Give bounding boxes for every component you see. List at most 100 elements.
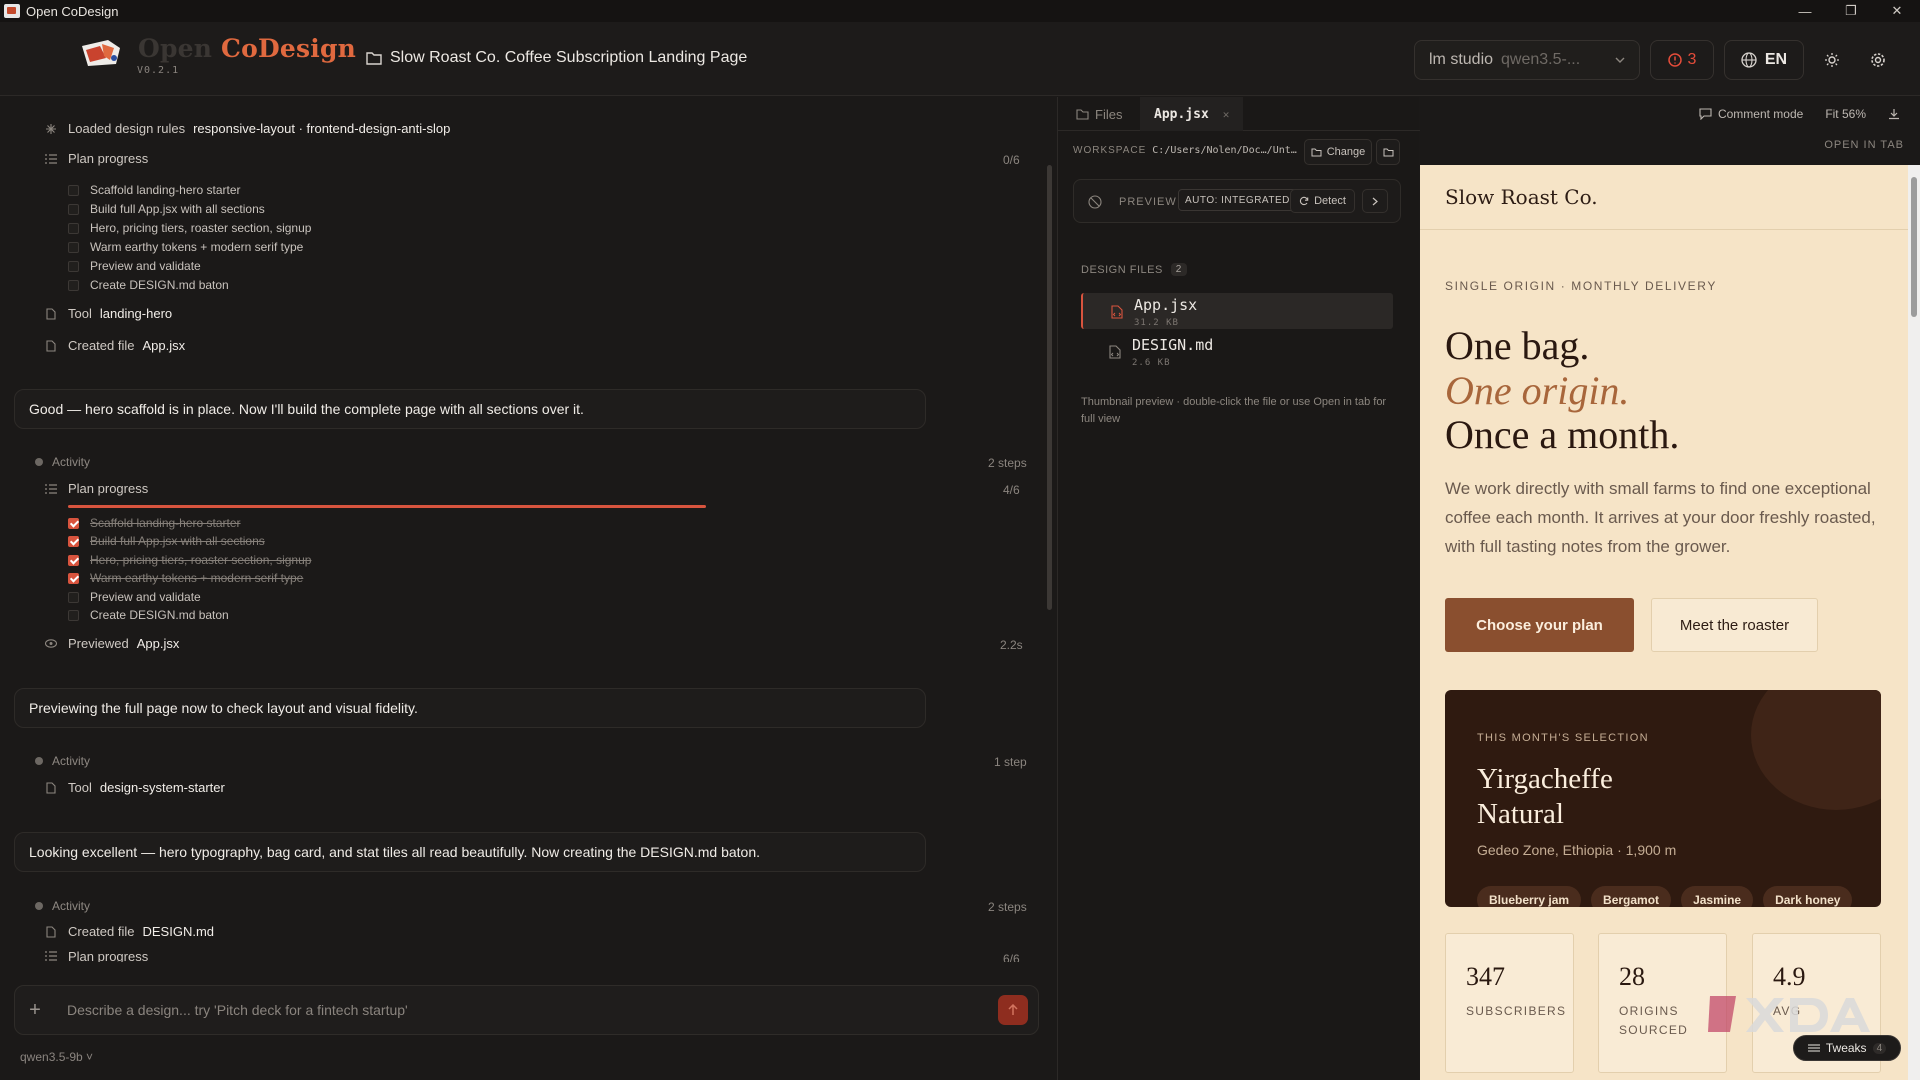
model-selector[interactable]: lm studio qwen3.5-...: [1414, 40, 1640, 80]
auto-integrated-badge[interactable]: AUTO: INTEGRATED: [1178, 189, 1297, 211]
checkbox-checked: [68, 554, 79, 566]
zoom-level[interactable]: Fit 56%: [1825, 107, 1866, 121]
thumbnail-note: Thumbnail preview · double-click the fil…: [1081, 396, 1387, 425]
plan-item-text: Scaffold landing-hero starter: [90, 516, 241, 530]
plan-progress-bar: [68, 505, 706, 508]
design-files-count: 2: [1170, 263, 1187, 276]
workspace-row: WORKSPACE C:/Users/Nolen/Doc…/Unt…: [1073, 145, 1297, 156]
activity-label: Activity: [52, 455, 91, 469]
plan-item: Create DESIGN.md baton: [68, 608, 229, 622]
language-button[interactable]: EN: [1724, 40, 1804, 80]
comment-mode-button[interactable]: Comment mode: [1699, 107, 1803, 121]
plan-item: Preview and validate: [68, 259, 201, 273]
created-file-value: App.jsx: [142, 338, 186, 353]
settings-button[interactable]: [1860, 40, 1896, 80]
activity-label: Activity: [52, 754, 91, 768]
plan-item: Build full App.jsx with all sections: [68, 534, 265, 548]
site-preview-scrollbar[interactable]: [1908, 165, 1920, 1080]
file-name: App.jsx: [1134, 296, 1198, 314]
detect-button[interactable]: Detect: [1290, 189, 1355, 213]
xda-watermark-icon: [1708, 996, 1870, 1032]
plan-item: Hero, pricing tiers, roaster section, si…: [68, 553, 311, 567]
activity-header[interactable]: Activity: [35, 754, 90, 768]
activity-label: Activity: [52, 899, 91, 913]
arrow-up-icon: [1008, 1004, 1018, 1015]
site-logo[interactable]: Slow Roast Co.: [1445, 185, 1598, 209]
plan-progress-count: 0/6: [1003, 153, 1020, 167]
doc-file-icon: [1109, 345, 1121, 359]
activity-header[interactable]: Activity: [35, 455, 90, 469]
previewed-time: 2.2s: [1000, 638, 1023, 652]
tab-app-jsx[interactable]: App.jsx ✕: [1140, 97, 1244, 131]
attach-plus-icon[interactable]: +: [15, 999, 55, 1022]
tool-row[interactable]: Tool landing-hero: [44, 306, 172, 321]
checkbox: [68, 609, 79, 621]
tweaks-button[interactable]: Tweaks 4: [1793, 1035, 1901, 1061]
project-title: Slow Roast Co. Coffee Subscription Landi…: [366, 49, 747, 67]
plan-item-text: Create DESIGN.md baton: [90, 278, 229, 292]
model-name: qwen3.5-...: [1501, 51, 1581, 68]
minimize-icon[interactable]: —: [1782, 0, 1828, 22]
created-file-value: DESIGN.md: [142, 924, 214, 939]
change-workspace-button[interactable]: Change: [1304, 139, 1372, 165]
plan-progress-header[interactable]: Plan progress: [44, 481, 148, 496]
tasting-tag: Blueberry jam: [1477, 886, 1582, 907]
tool-row[interactable]: Tool design-system-starter: [44, 780, 225, 795]
plan-item-text: Create DESIGN.md baton: [90, 608, 229, 622]
expand-preview-button[interactable]: [1362, 189, 1388, 213]
checkbox: [68, 260, 79, 272]
download-icon[interactable]: [1888, 108, 1900, 120]
checkbox: [68, 279, 79, 291]
tasting-tag: Bergamot: [1591, 886, 1672, 907]
loaded-rules-row: Loaded design rules responsive-layout · f…: [44, 121, 450, 136]
app-icon: [4, 4, 20, 18]
plan-progress-header[interactable]: Plan progress: [44, 151, 148, 166]
close-tab-icon[interactable]: ✕: [1223, 108, 1230, 121]
chat-scrollbar[interactable]: [1047, 165, 1052, 610]
file-item-design-md[interactable]: DESIGN.md 2.6 KB: [1081, 333, 1393, 369]
workspace-path: C:/Users/Nolen/Doc…/Unt…: [1152, 145, 1297, 156]
stat-label: ORIGINS SOURCED: [1619, 1004, 1689, 1037]
preview-label: PREVIEW: [1119, 196, 1177, 208]
tab-files[interactable]: Files: [1076, 97, 1122, 131]
close-icon[interactable]: ✕: [1874, 0, 1920, 22]
plan-item: Build full App.jsx with all sections: [68, 202, 265, 216]
restore-icon[interactable]: ❐: [1828, 0, 1874, 22]
theme-toggle-button[interactable]: [1814, 40, 1850, 80]
activity-dot-icon: [35, 757, 43, 765]
prompt-input[interactable]: [55, 1002, 998, 1018]
provider-name: lm studio: [1429, 51, 1494, 68]
brand-wordmark: Open CoDesign: [138, 34, 356, 63]
footer-model-selector[interactable]: qwen3.5-9b ˅: [20, 1050, 93, 1064]
tweaks-label: Tweaks: [1825, 1041, 1867, 1055]
file-icon: [44, 307, 58, 321]
list-icon: [44, 950, 58, 962]
choose-plan-button[interactable]: Choose your plan: [1445, 598, 1634, 652]
meet-roaster-button[interactable]: Meet the roaster: [1651, 598, 1818, 652]
plan-item-text: Scaffold landing-hero starter: [90, 183, 241, 197]
file-item-app-jsx[interactable]: App.jsx 31.2 KB: [1081, 293, 1393, 329]
design-files-header: DESIGN FILES 2: [1081, 263, 1187, 276]
selection-card: THIS MONTH'S SELECTION Yirgacheffe Natur…: [1445, 690, 1881, 907]
plan-item-text: Preview and validate: [90, 590, 201, 604]
plan-item-text: Warm earthy tokens + modern serif type: [90, 571, 304, 585]
send-button[interactable]: [998, 995, 1028, 1025]
tool-label: Tool: [68, 780, 92, 795]
open-folder-button[interactable]: [1376, 139, 1400, 165]
previewed-row[interactable]: Previewed App.jsx: [44, 636, 179, 651]
activity-header[interactable]: Activity: [35, 899, 90, 913]
tool-value: design-system-starter: [99, 780, 225, 795]
error-badge[interactable]: 3: [1650, 40, 1714, 80]
created-file-row[interactable]: Created file App.jsx: [44, 338, 185, 353]
comment-mode-label: Comment mode: [1717, 107, 1804, 121]
created-file-row[interactable]: Created file DESIGN.md: [44, 924, 214, 939]
workspace-label: WORKSPACE: [1073, 145, 1147, 156]
window-title: Open CoDesign: [26, 3, 119, 19]
chevron-right-icon: [1372, 197, 1378, 205]
plan-progress-header[interactable]: Plan progress: [44, 950, 148, 962]
tool-label: Tool: [68, 306, 92, 321]
tab-files-label: Files: [1095, 106, 1123, 122]
open-in-tab-link[interactable]: OPEN IN TAB: [1824, 139, 1904, 151]
folder-icon: [1311, 148, 1322, 156]
scrollbar-thumb[interactable]: [1911, 177, 1917, 317]
